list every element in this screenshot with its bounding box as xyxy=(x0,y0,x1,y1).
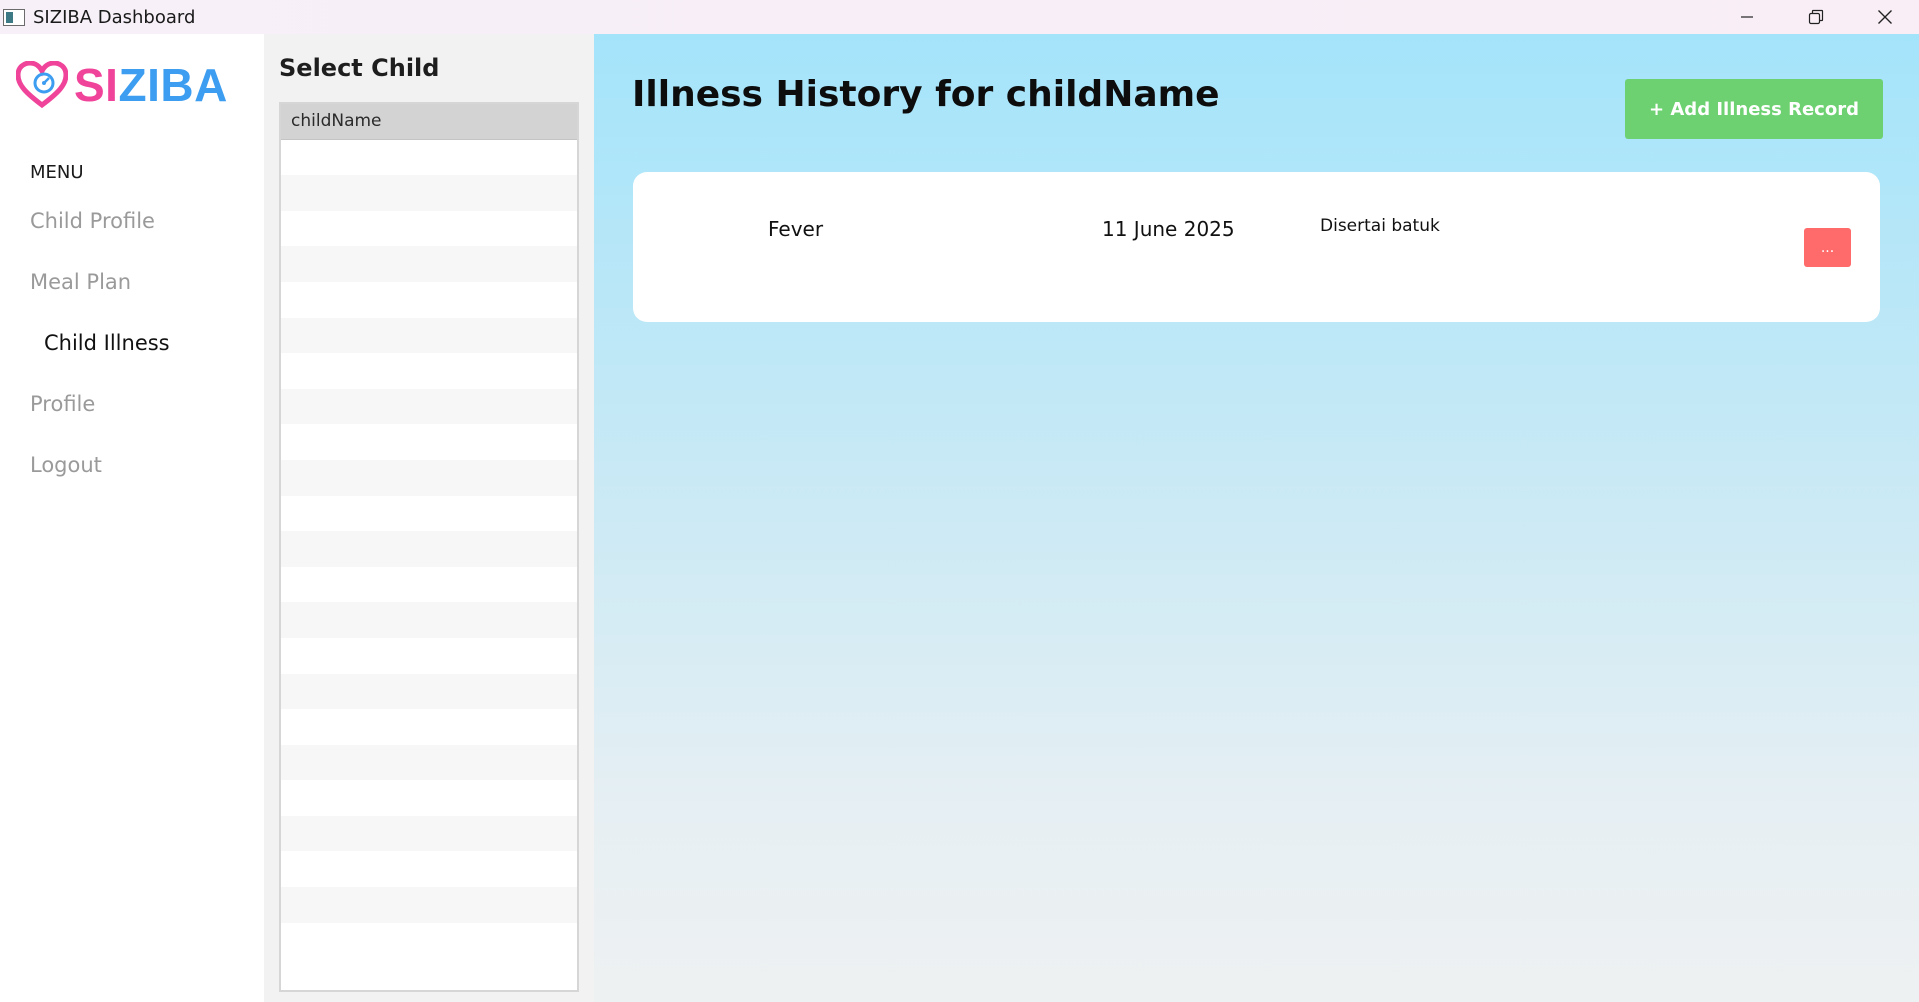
child-list-empty-row xyxy=(281,815,577,852)
add-illness-record-button[interactable]: + Add Illness Record xyxy=(1625,79,1883,139)
page-title: Illness History for childName xyxy=(632,74,1220,115)
child-list-empty-row xyxy=(281,211,577,247)
nav-child-profile[interactable]: Child Profile xyxy=(30,209,155,233)
record-options-button[interactable]: ... xyxy=(1804,228,1851,267)
nav-profile[interactable]: Profile xyxy=(30,392,95,416)
brand-name: SIZIBA xyxy=(74,59,228,111)
close-button[interactable] xyxy=(1850,0,1919,34)
child-list-empty-row xyxy=(281,709,577,745)
illness-notes: Disertai batuk xyxy=(1320,216,1440,236)
child-list-empty-row xyxy=(281,175,577,211)
minimize-icon xyxy=(1740,16,1753,18)
child-list-empty-row xyxy=(281,887,577,923)
child-list-item[interactable]: childName xyxy=(281,104,577,140)
child-list-empty-row xyxy=(281,567,577,603)
window-titlebar: SIZIBA Dashboard xyxy=(0,0,1919,34)
main-content: Illness History for childName + Add Illn… xyxy=(594,34,1919,1002)
child-list-empty-row xyxy=(281,851,577,887)
child-list-empty-row xyxy=(281,459,577,496)
child-list-empty-row xyxy=(281,388,577,425)
nav-child-illness[interactable]: Child Illness xyxy=(44,331,170,355)
child-list-empty-row xyxy=(281,638,577,674)
child-list-empty-row xyxy=(281,673,577,710)
child-list-empty-row xyxy=(281,744,577,781)
child-selector-panel: Select Child childName xyxy=(264,34,594,1002)
minimize-button[interactable] xyxy=(1712,0,1781,34)
child-list-empty-row xyxy=(281,424,577,460)
child-list-empty-row xyxy=(281,246,577,282)
child-list-empty-row xyxy=(281,602,577,638)
child-list-empty-row xyxy=(281,780,577,816)
nav-logout[interactable]: Logout xyxy=(30,453,102,477)
brand-logo: SIZIBA xyxy=(16,58,228,112)
illness-name: Fever xyxy=(768,217,824,241)
illness-record-card: Fever 11 June 2025 Disertai batuk ... xyxy=(633,172,1880,322)
heart-logo-icon xyxy=(16,61,68,109)
window-title: SIZIBA Dashboard xyxy=(33,6,196,28)
restore-button[interactable] xyxy=(1781,0,1850,34)
restore-icon xyxy=(1808,9,1823,25)
child-selector-title: Select Child xyxy=(279,54,440,82)
child-list-empty-row xyxy=(281,282,577,318)
window-controls xyxy=(1712,0,1919,34)
app-icon xyxy=(3,8,25,26)
child-list-empty-row xyxy=(281,140,577,176)
child-list-empty-row xyxy=(281,317,577,354)
sidebar: SIZIBA MENU Child Profile Meal Plan Chil… xyxy=(0,34,264,1002)
child-list-empty-row xyxy=(281,353,577,389)
nav-meal-plan[interactable]: Meal Plan xyxy=(30,270,131,294)
illness-date: 11 June 2025 xyxy=(1102,217,1235,241)
child-list-empty-row xyxy=(281,496,577,532)
child-list-empty-row xyxy=(281,531,577,567)
menu-heading: MENU xyxy=(30,162,84,183)
child-list[interactable]: childName xyxy=(279,102,579,992)
child-list-empty-row xyxy=(281,923,577,959)
close-icon xyxy=(1877,10,1892,24)
